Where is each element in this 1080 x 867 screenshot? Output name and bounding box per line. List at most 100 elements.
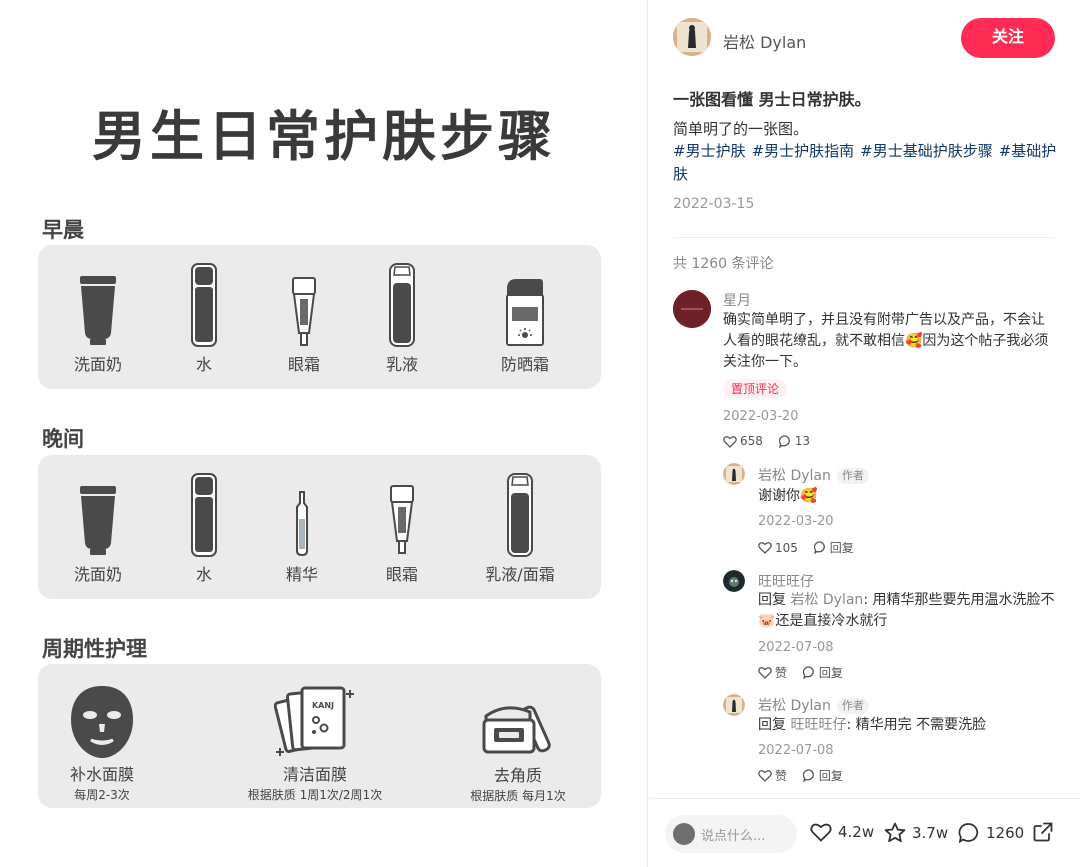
lotion-bottle-icon [370, 263, 434, 347]
commenter-name[interactable]: 旺旺旺仔 [758, 571, 814, 591]
commenter-name[interactable]: 岩松 Dylan 作者 [758, 695, 869, 715]
periodic-panel: 补水面膜 每周2-3次 KANJ 清洁面膜 根据肤质 1周1次/2周1次 去角质… [38, 664, 601, 808]
ampoule-icon [270, 491, 334, 557]
author-name[interactable]: 岩松 Dylan [723, 29, 806, 53]
note-title: 一张图看懂 男士日常护肤。 [673, 90, 871, 109]
morning-item-sunscreen: 防晒霜 [489, 275, 561, 375]
star-icon [884, 822, 906, 843]
tag-link[interactable]: #男士基础护肤步骤 [860, 142, 993, 160]
follow-button[interactable]: 关注 [961, 18, 1055, 58]
item-label: 水 [195, 355, 212, 374]
item-label: 清洁面膜 [282, 765, 347, 784]
share-icon[interactable] [1032, 821, 1054, 847]
comment-icon [813, 541, 825, 554]
avatar[interactable] [723, 570, 745, 592]
comment-input[interactable]: 说点什么... [665, 815, 797, 853]
periodic-item-hydrating-mask: 补水面膜 每周2-3次 [60, 684, 144, 803]
comment-placeholder: 说点什么... [701, 829, 766, 844]
reply-button[interactable]: 13 [778, 434, 810, 448]
comment-text: 确实简单明了，并且没有附带广告以及产品，不会让人看的眼花缭乱，就不敢相信🥰因为这… [723, 312, 1049, 370]
comment-icon [802, 666, 814, 679]
morning-item-cleanser: 洗面奶 [66, 275, 130, 375]
avatar[interactable] [673, 290, 711, 328]
heart-icon [758, 770, 772, 782]
item-label: 乳液 [385, 355, 418, 374]
heart-icon [810, 823, 832, 842]
comment-date: 2022-07-08 [758, 640, 834, 655]
commenter-name[interactable]: 岩松 Dylan 作者 [758, 465, 869, 485]
clay-mask-packets-icon: KANJ [240, 684, 390, 760]
like-stat-button[interactable]: 4.2w [810, 822, 874, 842]
reply-to-name[interactable]: 旺旺旺仔 [790, 717, 846, 733]
tag-link[interactable]: #男士护肤指南 [752, 142, 855, 160]
pinned-badge: 置顶评论 [723, 379, 788, 398]
comment-stat-count: 1260 [986, 823, 1025, 842]
reply-to-name[interactable]: 岩松 Dylan [790, 592, 863, 608]
avatar[interactable] [723, 463, 745, 485]
exfoliant-jar-icon [466, 700, 570, 756]
item-label: 眼霜 [287, 355, 320, 374]
avatar[interactable] [723, 694, 745, 716]
sheet-mask-icon [60, 684, 144, 760]
item-label: 乳液/面霜 [485, 565, 555, 584]
like-button[interactable]: 赞 [758, 664, 787, 681]
periodic-section-title: 周期性护理 [42, 637, 147, 661]
item-frequency: 根据肤质 每月1次 [470, 789, 566, 803]
item-label: 洗面奶 [73, 565, 122, 584]
comment-icon [778, 434, 790, 448]
collect-stat-button[interactable]: 3.7w [884, 822, 948, 843]
sunscreen-icon [489, 275, 561, 347]
comment-icon [802, 769, 814, 782]
periodic-item-clay-mask: KANJ 清洁面膜 根据肤质 1周1次/2周1次 [240, 684, 390, 803]
eye-cream-icon [272, 277, 336, 347]
lotion-bottle-icon [478, 473, 562, 557]
item-frequency: 根据肤质 1周1次/2周1次 [247, 788, 383, 802]
comment-count: 共 1260 条评论 [673, 256, 774, 272]
like-button[interactable]: 658 [723, 434, 763, 448]
item-label: 去角质 [493, 766, 542, 785]
commenter-name[interactable]: 星月 [723, 290, 751, 310]
toner-bottle-icon [172, 263, 236, 347]
comment-date: 2022-07-08 [758, 743, 834, 758]
morning-item-lotion: 乳液 [370, 263, 434, 375]
night-item-cleanser: 洗面奶 [66, 485, 130, 585]
heart-icon [723, 435, 737, 448]
comment-date: 2022-03-20 [758, 514, 834, 529]
tag-link[interactable]: #男士护肤 [673, 142, 746, 160]
author-badge: 作者 [836, 698, 869, 714]
tag-list: #男士护肤 #男士护肤指南 #男士基础护肤步骤 #基础护肤 [673, 140, 1057, 186]
item-label: 补水面膜 [69, 765, 134, 784]
author-avatar[interactable] [673, 18, 711, 56]
night-item-toner: 水 [172, 473, 236, 585]
note-description: 简单明了的一张图。 [673, 120, 809, 138]
item-label: 洗面奶 [73, 355, 122, 374]
reply-button[interactable]: 回复 [802, 664, 843, 681]
note-date: 2022-03-15 [673, 196, 755, 212]
reply-item: 旺旺旺仔 回复 岩松 Dylan: 用精华那些要先用温水洗脸不🐷还是直接冷水就行… [723, 570, 1057, 682]
heart-icon [758, 667, 772, 679]
like-button[interactable]: 赞 [758, 767, 787, 784]
item-label: 水 [195, 565, 212, 584]
night-item-serum: 精华 [270, 491, 334, 585]
comment-actions: 赞 回复 [758, 767, 855, 785]
comment-stat-button[interactable]: 1260 [958, 822, 1024, 843]
like-button[interactable]: 105 [758, 541, 798, 555]
comment-date: 2022-03-20 [723, 409, 799, 424]
item-label: 眼霜 [385, 565, 418, 584]
morning-panel: 洗面奶 水 眼霜 乳液 防晒霜 [38, 245, 601, 389]
item-label: 精华 [285, 565, 318, 584]
reply-item: 岩松 Dylan 作者 谢谢你🥰 2022-03-20 105 回复 [723, 463, 1057, 559]
note-image[interactable]: 男生日常护肤步骤 早晨 洗面奶 水 眼霜 乳液 防晒霜 晚间 洗面奶 水 精华 … [0, 0, 648, 867]
comment-item: 星月 确实简单明了，并且没有附带广告以及产品，不会让人看的眼花缭乱，就不敢相信🥰… [673, 290, 1057, 460]
reply-button[interactable]: 回复 [813, 539, 854, 556]
comment-actions: 105 回复 [758, 539, 866, 557]
toner-bottle-icon [172, 473, 236, 557]
reply-button[interactable]: 回复 [802, 767, 843, 784]
user-avatar [673, 823, 695, 845]
night-item-lotion: 乳液/面霜 [478, 473, 562, 585]
packet-brand-text: KANJ [312, 701, 334, 710]
reply-item: 岩松 Dylan 作者 回复 旺旺旺仔: 精华用完 不需要洗脸 2022-07-0… [723, 694, 1057, 790]
interaction-bar: 说点什么... 4.2w 3.7w 1260 [649, 798, 1080, 867]
collect-count: 3.7w [912, 823, 949, 842]
morning-item-toner: 水 [172, 263, 236, 375]
